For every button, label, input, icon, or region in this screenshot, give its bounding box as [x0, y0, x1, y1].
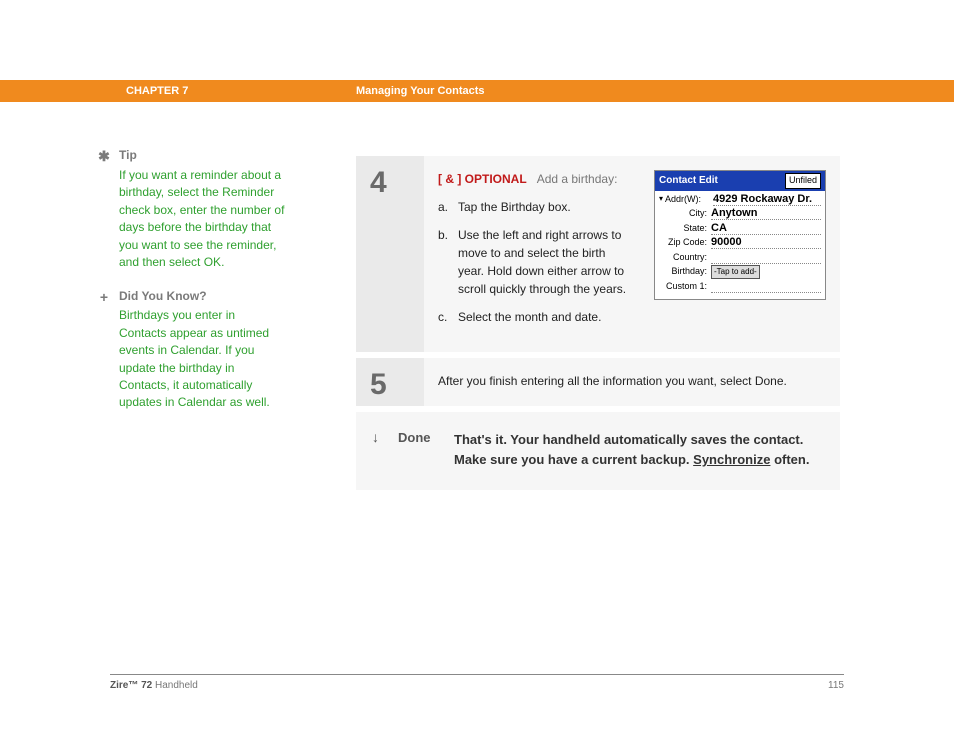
dyk-title: Did You Know?	[119, 289, 207, 303]
done-text: That's it. Your handheld automatically s…	[454, 430, 826, 470]
tap-to-add-button: -Tap to add-	[711, 265, 760, 279]
substep-c: Select the month and date.	[458, 308, 634, 326]
addr-label: Addr(W):	[665, 193, 709, 207]
custom1-value	[711, 280, 821, 293]
section-title: Managing Your Contacts	[356, 85, 485, 97]
sidebar-notes: ✱ Tip If you want a reminder about a bir…	[95, 148, 285, 430]
main-content: 4 [ & ] OPTIONAL Add a birthday: a. Tap …	[356, 156, 840, 490]
step-5-number: 5	[356, 358, 424, 406]
chevron-down-icon: ▾	[659, 193, 663, 205]
substep-letter: b.	[438, 226, 458, 298]
country-label: Country:	[659, 251, 707, 265]
city-value: Anytown	[711, 207, 821, 220]
state-label: State:	[659, 222, 707, 236]
dyk-body: Birthdays you enter in Contacts appear a…	[119, 307, 285, 411]
chapter-label: CHAPTER 7	[126, 85, 188, 97]
country-value	[711, 251, 821, 264]
custom1-label: Custom 1:	[659, 280, 707, 294]
addr-value: 4929 Rockaway Dr.	[713, 193, 821, 206]
state-value: CA	[711, 222, 821, 235]
substep-a: Tap the Birthday box.	[458, 198, 634, 216]
synchronize-link[interactable]: Synchronize	[693, 452, 770, 467]
screenshot-title: Contact Edit	[659, 173, 718, 189]
zip-label: Zip Code:	[659, 236, 707, 250]
done-label: Done	[398, 430, 448, 470]
asterisk-icon: ✱	[95, 148, 113, 165]
footer-rule	[110, 674, 844, 675]
step-5-body: After you finish entering all the inform…	[424, 358, 840, 406]
page-number: 115	[828, 680, 844, 691]
step-4-number: 4	[356, 156, 424, 352]
done-row: ↓ Done That's it. Your handheld automati…	[356, 412, 840, 490]
page-footer: Zire™ 72 Handheld 115	[110, 680, 844, 691]
optional-tag: [ & ] OPTIONAL	[438, 172, 527, 186]
city-label: City:	[659, 207, 707, 221]
tip-body: If you want a reminder about a birthday,…	[119, 167, 285, 271]
done-arrow-icon: ↓	[372, 429, 379, 445]
contact-edit-screenshot: Contact Edit Unfiled ▾ Addr(W): 4929 Roc…	[654, 170, 826, 300]
plus-icon: +	[95, 289, 113, 305]
product-name: Zire™ 72 Handheld	[110, 680, 198, 691]
step-4-body: [ & ] OPTIONAL Add a birthday: a. Tap th…	[424, 156, 840, 352]
substep-b: Use the left and right arrows to move to…	[458, 226, 634, 298]
step-4-row: 4 [ & ] OPTIONAL Add a birthday: a. Tap …	[356, 156, 840, 358]
zip-value: 90000	[711, 236, 821, 249]
birthday-label: Birthday:	[659, 265, 707, 279]
tip-block: ✱ Tip If you want a reminder about a bir…	[95, 148, 285, 271]
substep-letter: c.	[438, 308, 458, 326]
category-dropdown: Unfiled	[785, 173, 821, 189]
tip-title: Tip	[119, 148, 137, 162]
did-you-know-block: + Did You Know? Birthdays you enter in C…	[95, 289, 285, 411]
step-5-row: 5 After you finish entering all the info…	[356, 358, 840, 412]
substep-letter: a.	[438, 198, 458, 216]
chapter-header-bar: CHAPTER 7 Managing Your Contacts	[0, 80, 954, 102]
step-5-text: After you finish entering all the inform…	[438, 374, 787, 388]
optional-text: Add a birthday:	[537, 172, 618, 186]
